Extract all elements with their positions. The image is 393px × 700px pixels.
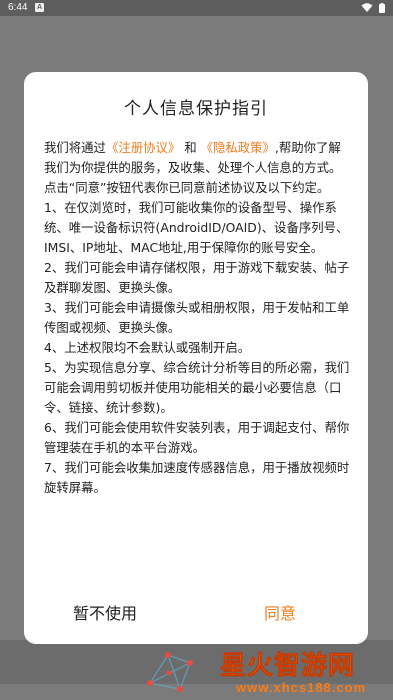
agree-button[interactable]: 同意	[264, 600, 296, 624]
privacy-policy-link[interactable]: 《隐私政策》	[201, 140, 275, 155]
site-watermark: 星火智游网 www.xhcs188.com	[140, 643, 393, 700]
register-agreement-link[interactable]: 《注册协议》	[106, 140, 180, 155]
decline-button[interactable]: 暂不使用	[73, 600, 137, 624]
body-paragraph: 7、我们可能会收集加速度传感器信息，用于播放视频时旋转屏幕。	[44, 460, 350, 495]
status-time: 6:44	[8, 2, 28, 13]
dialog-body: 我们将通过《注册协议》 和 《隐私政策》,帮助你了解我们为你提供的服务，及收集、…	[44, 138, 352, 498]
watermark-logo-icon	[147, 652, 193, 692]
battery-icon	[379, 3, 385, 13]
body-paragraph: 1、在仅浏览时，我们可能收集你的设备型号、操作系统、唯一设备标识符(Androi…	[44, 200, 349, 255]
app-notification-icon: A	[35, 3, 44, 12]
status-bar: 6:44 A	[0, 0, 393, 16]
body-paragraph: 3、我们可能会申请摄像头或相册权限，用于发帖和工单传图或视频、更换头像。	[44, 300, 350, 335]
body-paragraph: 2、我们可能会申请存储权限，用于游戏下载安装、帖子及群聊发图、更换头像。	[44, 260, 350, 295]
privacy-dialog: 个人信息保护指引 我们将通过《注册协议》 和 《隐私政策》,帮助你了解我们为你提…	[24, 72, 368, 644]
intro-text-and: 和	[180, 140, 201, 155]
watermark-site-name: 星火智游网	[220, 651, 356, 682]
body-paragraph: 5、为实现信息分享、综合统计分析等目的所必需，我们可能会调用剪切板并使用功能相关…	[44, 360, 350, 415]
body-paragraph: 4、上述权限均不会默认或强制开启。	[44, 340, 251, 355]
watermark-site-url: www.xhcs188.com	[236, 680, 367, 695]
intro-text-before: 我们将通过	[44, 140, 106, 155]
wifi-icon	[361, 3, 373, 12]
body-paragraph: 6、我们可能会使用软件安装列表，用于调起支付、帮你管理装在手机的本平台游戏。	[44, 420, 350, 455]
dialog-title: 个人信息保护指引	[124, 99, 268, 119]
body-paragraph: 点击“同意”按钮代表你已同意前述协议及以下约定。	[44, 180, 330, 195]
intro-paragraph: 我们将通过《注册协议》 和 《隐私政策》,帮助你了解我们为你提供的服务，及收集、…	[44, 138, 352, 178]
